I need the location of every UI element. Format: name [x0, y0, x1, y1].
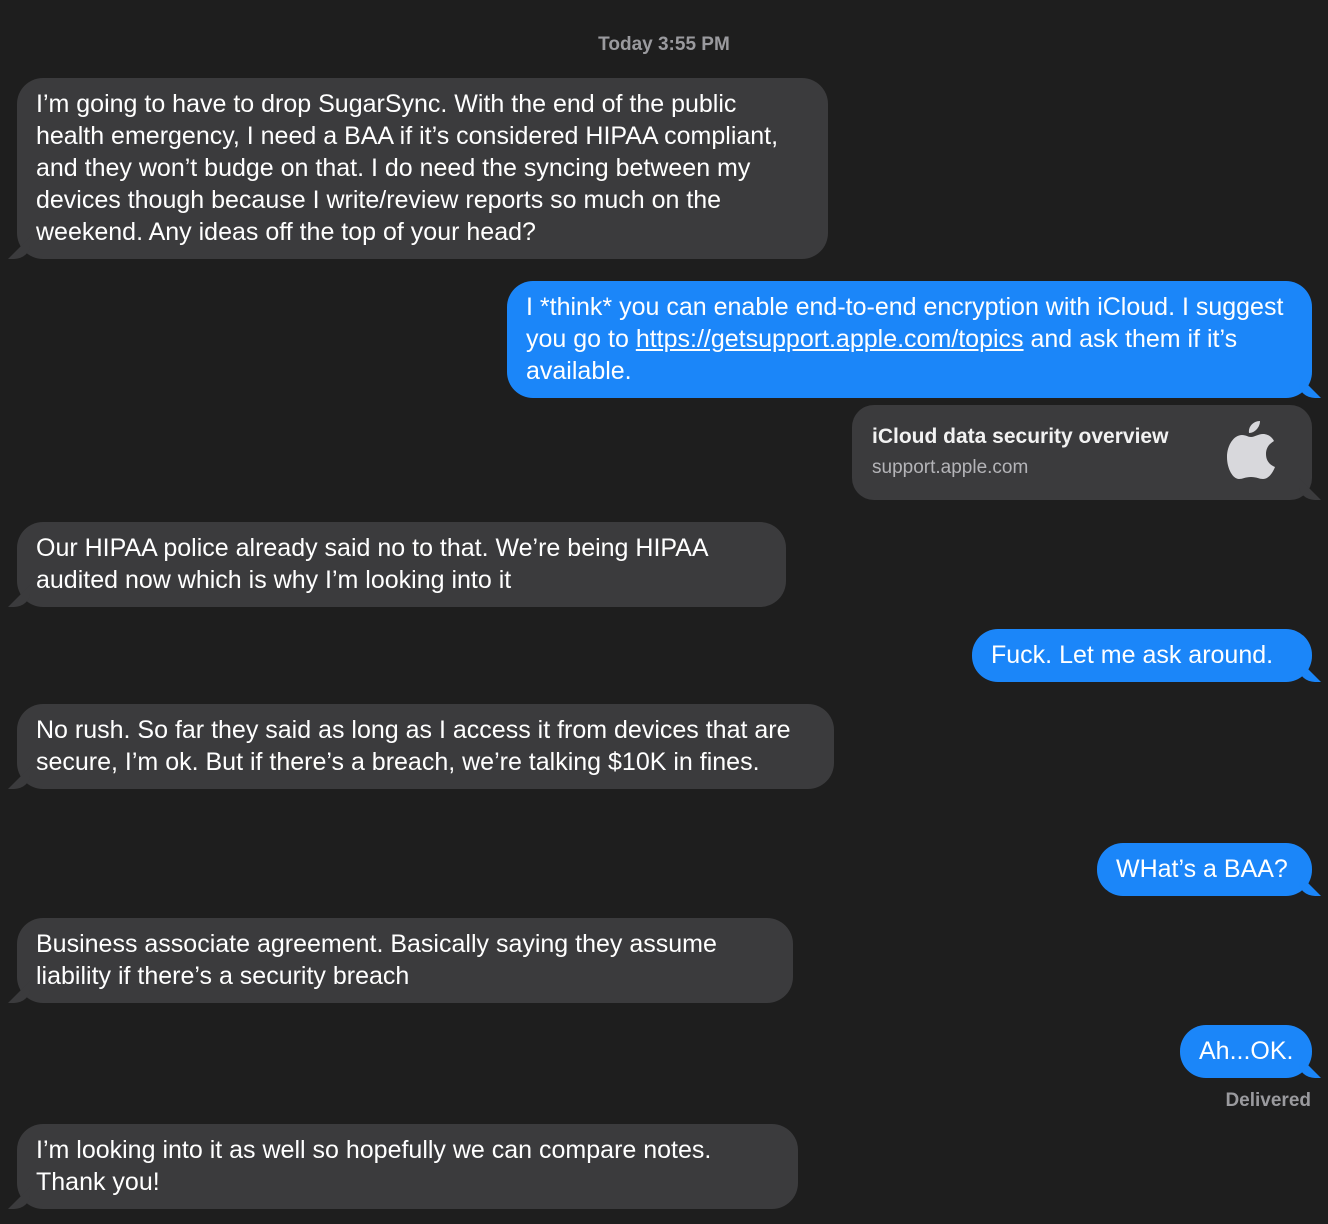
- message-text: I’m going to have to drop SugarSync. Wit…: [36, 90, 779, 246]
- incoming-message[interactable]: I’m looking into it as well so hopefully…: [17, 1124, 798, 1209]
- message-text: Our HIPAA police already said no to that…: [36, 534, 708, 594]
- link-preview-card[interactable]: iCloud data security overview support.ap…: [852, 405, 1312, 500]
- message-text: Business associate agreement. Basically …: [36, 930, 717, 990]
- outgoing-message[interactable]: WHat’s a BAA?: [1097, 843, 1312, 896]
- incoming-message[interactable]: Business associate agreement. Basically …: [17, 918, 793, 1003]
- delivered-status: Delivered: [1225, 1090, 1311, 1111]
- message-text: Ah...OK.: [1199, 1037, 1294, 1065]
- outgoing-message[interactable]: I *think* you can enable end-to-end encr…: [507, 281, 1312, 398]
- message-thread: Today 3:55 PM I’m going to have to drop …: [0, 0, 1328, 1224]
- outgoing-message[interactable]: Ah...OK.: [1180, 1025, 1312, 1078]
- message-link[interactable]: https://getsupport.apple.com/topics: [636, 325, 1024, 353]
- incoming-message[interactable]: I’m going to have to drop SugarSync. Wit…: [17, 78, 828, 259]
- message-text: WHat’s a BAA?: [1116, 855, 1288, 883]
- incoming-message[interactable]: No rush. So far they said as long as I a…: [17, 704, 834, 789]
- message-text: No rush. So far they said as long as I a…: [36, 716, 791, 776]
- message-text: I’m looking into it as well so hopefully…: [36, 1136, 712, 1196]
- apple-logo-icon: [1227, 421, 1275, 479]
- conversation-timestamp: Today 3:55 PM: [598, 34, 730, 55]
- outgoing-message[interactable]: Fuck. Let me ask around.: [972, 629, 1312, 682]
- message-text: Fuck. Let me ask around.: [991, 641, 1274, 669]
- incoming-message[interactable]: Our HIPAA police already said no to that…: [17, 522, 786, 607]
